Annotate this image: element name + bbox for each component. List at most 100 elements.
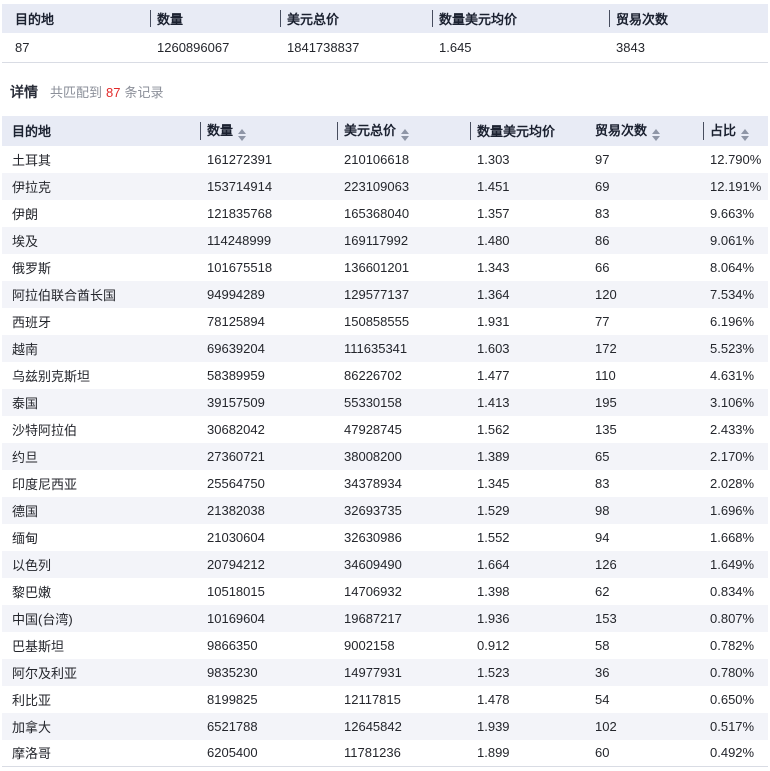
table-cell: 1.478 — [470, 686, 588, 713]
table-cell: 伊朗 — [2, 200, 200, 227]
table-cell: 西班牙 — [2, 308, 200, 335]
table-cell: 摩洛哥 — [2, 740, 200, 767]
summary-cell: 1841738837 — [280, 33, 432, 62]
table-cell: 10518015 — [200, 578, 337, 605]
table-cell: 1.603 — [470, 335, 588, 362]
col-header-占比[interactable]: 占比 — [703, 116, 768, 146]
table-row: 阿拉伯联合酋长国949942891295771371.3641207.534% — [2, 281, 768, 308]
table-cell: 0.780% — [703, 659, 768, 686]
summary-col-header: 数量美元均价 — [432, 4, 609, 33]
table-cell: 1.303 — [470, 146, 588, 173]
table-cell: 34609490 — [337, 551, 470, 578]
table-cell: 25564750 — [200, 470, 337, 497]
table-cell: 埃及 — [2, 227, 200, 254]
summary-col-header: 数量 — [150, 4, 280, 33]
table-row: 伊朗1218357681653680401.357839.663% — [2, 200, 768, 227]
table-cell: 6521788 — [200, 713, 337, 740]
table-cell: 沙特阿拉伯 — [2, 416, 200, 443]
table-cell: 7.534% — [703, 281, 768, 308]
table-cell: 俄罗斯 — [2, 254, 200, 281]
table-cell: 114248999 — [200, 227, 337, 254]
table-cell: 黎巴嫩 — [2, 578, 200, 605]
table-cell: 165368040 — [337, 200, 470, 227]
table-cell: 69 — [588, 173, 703, 200]
table-cell: 14706932 — [337, 578, 470, 605]
table-cell: 以色列 — [2, 551, 200, 578]
table-cell: 巴基斯坦 — [2, 632, 200, 659]
sort-icon[interactable] — [741, 129, 749, 141]
table-cell: 47928745 — [337, 416, 470, 443]
table-cell: 161272391 — [200, 146, 337, 173]
table-row: 乌兹别克斯坦58389959862267021.4771104.631% — [2, 362, 768, 389]
table-cell: 5.523% — [703, 335, 768, 362]
table-cell: 60 — [588, 740, 703, 767]
table-cell: 150858555 — [337, 308, 470, 335]
summary-header-row: 目的地数量美元总价数量美元均价贸易次数 — [2, 4, 768, 33]
table-cell: 9835230 — [200, 659, 337, 686]
table-cell: 77 — [588, 308, 703, 335]
summary-cell: 1.645 — [432, 33, 609, 62]
table-cell: 9002158 — [337, 632, 470, 659]
table-cell: 30682042 — [200, 416, 337, 443]
table-row: 以色列20794212346094901.6641261.649% — [2, 551, 768, 578]
table-cell: 34378934 — [337, 470, 470, 497]
table-row: 西班牙781258941508585551.931776.196% — [2, 308, 768, 335]
table-row: 德国21382038326937351.529981.696% — [2, 497, 768, 524]
summary-cell: 3843 — [609, 33, 768, 62]
table-cell: 利比亚 — [2, 686, 200, 713]
table-cell: 0.807% — [703, 605, 768, 632]
table-cell: 1.696% — [703, 497, 768, 524]
table-cell: 土耳其 — [2, 146, 200, 173]
table-row: 利比亚8199825121178151.478540.650% — [2, 686, 768, 713]
table-cell: 111635341 — [337, 335, 470, 362]
table-cell: 135 — [588, 416, 703, 443]
table-cell: 0.650% — [703, 686, 768, 713]
table-cell: 54 — [588, 686, 703, 713]
col-header-贸易次数[interactable]: 贸易次数 — [588, 116, 703, 146]
table-cell: 102 — [588, 713, 703, 740]
col-header-label: 数量 — [207, 123, 233, 138]
col-header-美元总价[interactable]: 美元总价 — [337, 116, 470, 146]
sort-icon[interactable] — [238, 129, 246, 141]
table-cell: 223109063 — [337, 173, 470, 200]
table-cell: 2.433% — [703, 416, 768, 443]
table-cell: 97 — [588, 146, 703, 173]
table-cell: 1.477 — [470, 362, 588, 389]
table-row: 加拿大6521788126458421.9391020.517% — [2, 713, 768, 740]
col-header-label: 数量美元均价 — [477, 124, 555, 139]
table-cell: 9.061% — [703, 227, 768, 254]
table-row: 中国(台湾)10169604196872171.9361530.807% — [2, 605, 768, 632]
table-cell: 21382038 — [200, 497, 337, 524]
table-cell: 加拿大 — [2, 713, 200, 740]
table-cell: 153 — [588, 605, 703, 632]
table-cell: 2.170% — [703, 443, 768, 470]
table-cell: 1.931 — [470, 308, 588, 335]
sort-icon[interactable] — [401, 129, 409, 141]
table-cell: 58 — [588, 632, 703, 659]
details-section-header: 详情共匹配到87条记录 — [2, 82, 768, 102]
table-cell: 1.480 — [470, 227, 588, 254]
table-row: 俄罗斯1016755181366012011.343668.064% — [2, 254, 768, 281]
table-cell: 8.064% — [703, 254, 768, 281]
table-cell: 约旦 — [2, 443, 200, 470]
table-cell: 1.357 — [470, 200, 588, 227]
col-header-数量[interactable]: 数量 — [200, 116, 337, 146]
table-row: 越南696392041116353411.6031725.523% — [2, 335, 768, 362]
table-cell: 65 — [588, 443, 703, 470]
table-cell: 66 — [588, 254, 703, 281]
match-prefix: 共匹配到 — [50, 85, 102, 100]
table-cell: 172 — [588, 335, 703, 362]
table-cell: 83 — [588, 200, 703, 227]
table-row: 巴基斯坦986635090021580.912580.782% — [2, 632, 768, 659]
match-suffix: 条记录 — [124, 85, 163, 100]
table-cell: 12.790% — [703, 146, 768, 173]
table-cell: 136601201 — [337, 254, 470, 281]
table-cell: 1.529 — [470, 497, 588, 524]
table-cell: 153714914 — [200, 173, 337, 200]
sort-icon[interactable] — [652, 129, 660, 141]
col-header-label: 占比 — [710, 123, 736, 138]
table-cell: 1.649% — [703, 551, 768, 578]
table-row: 约旦27360721380082001.389652.170% — [2, 443, 768, 470]
table-row: 印度尼西亚25564750343789341.345832.028% — [2, 470, 768, 497]
table-cell: 1.936 — [470, 605, 588, 632]
